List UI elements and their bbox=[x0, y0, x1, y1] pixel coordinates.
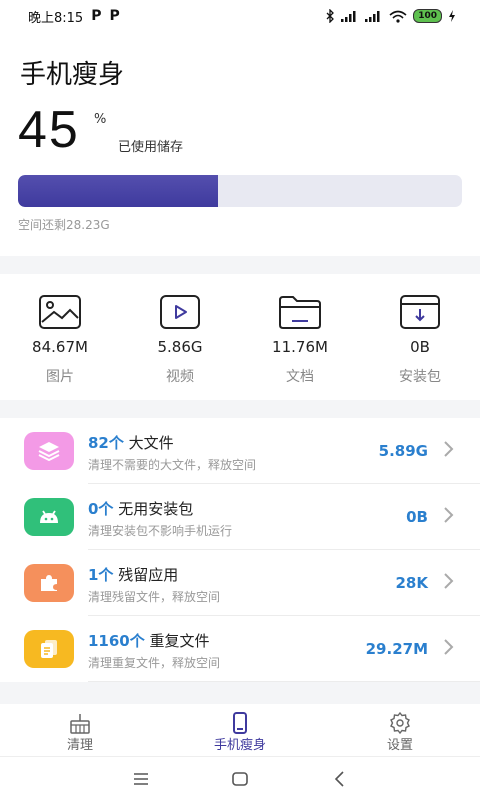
item-size: 29.27M bbox=[365, 640, 428, 658]
list-item-duplicate-files[interactable]: 1160个 重复文件 清理重复文件，释放空间 29.27M bbox=[0, 616, 480, 682]
notification-icon: P bbox=[91, 8, 102, 24]
package-icon bbox=[400, 295, 440, 329]
folder-icon bbox=[279, 296, 321, 329]
status-time: 晚上8:15 bbox=[28, 10, 84, 26]
item-title: 82个 大文件 bbox=[88, 432, 174, 453]
storage-card: 手机瘦身 45 % 已使用储存 空间还剩28.23G bbox=[0, 32, 480, 256]
layers-icon bbox=[24, 432, 74, 470]
android-icon bbox=[24, 498, 74, 536]
tab-label: 手机瘦身 bbox=[213, 738, 266, 753]
category-name: 安装包 bbox=[399, 369, 441, 385]
item-label: 大文件 bbox=[128, 434, 174, 452]
tab-settings[interactable]: 设置 bbox=[320, 704, 480, 756]
video-icon bbox=[160, 295, 200, 329]
item-size: 5.89G bbox=[378, 442, 428, 460]
category-name: 文档 bbox=[286, 369, 314, 385]
item-title: 1个 残留应用 bbox=[88, 564, 178, 585]
bottom-tab-bar: 清理 手机瘦身 设置 bbox=[0, 704, 480, 756]
charging-icon bbox=[449, 10, 455, 22]
puzzle-icon bbox=[24, 564, 74, 602]
category-name: 图片 bbox=[46, 369, 74, 385]
storage-progress-fill bbox=[18, 175, 218, 207]
tab-label: 清理 bbox=[66, 738, 93, 753]
chevron-right-icon bbox=[444, 639, 454, 655]
back-icon[interactable] bbox=[330, 769, 350, 789]
category-name: 视频 bbox=[166, 369, 194, 385]
tab-clean[interactable]: 清理 bbox=[0, 704, 160, 756]
item-description: 清理不需要的大文件，释放空间 bbox=[88, 458, 257, 472]
chevron-right-icon bbox=[444, 507, 454, 523]
tab-phone-slim[interactable]: 手机瘦身 bbox=[160, 704, 320, 756]
item-size: 28K bbox=[395, 574, 429, 592]
item-title: 1160个 重复文件 bbox=[88, 630, 210, 651]
phone-icon bbox=[233, 712, 247, 734]
menu-icon[interactable] bbox=[131, 769, 151, 789]
item-label: 残留应用 bbox=[118, 566, 179, 584]
storage-progress-bar bbox=[18, 175, 462, 207]
list-item-large-files[interactable]: 82个 大文件 清理不需要的大文件，释放空间 5.89G bbox=[0, 418, 480, 484]
home-icon[interactable] bbox=[230, 769, 250, 789]
page-title: 手机瘦身 bbox=[20, 60, 125, 90]
category-grid: 84.67M 图片 5.86G 视频 11.76M 文档 0B 安装包 bbox=[0, 274, 480, 400]
divider bbox=[88, 681, 480, 682]
wifi-icon bbox=[389, 10, 407, 23]
item-label: 无用安装包 bbox=[118, 500, 194, 518]
broom-icon bbox=[70, 714, 90, 734]
used-storage-label: 已使用储存 bbox=[118, 140, 184, 155]
storage-percent: 45 bbox=[18, 101, 80, 159]
list-item-residual-apps[interactable]: 1个 残留应用 清理残留文件，释放空间 28K bbox=[0, 550, 480, 616]
list-item-unused-packages[interactable]: 0个 无用安装包 清理安装包不影响手机运行 0B bbox=[0, 484, 480, 550]
image-icon bbox=[39, 295, 81, 329]
gear-icon bbox=[390, 712, 410, 734]
category-size: 0B bbox=[410, 338, 430, 356]
signal-icon bbox=[365, 11, 380, 22]
item-label: 重复文件 bbox=[149, 632, 210, 650]
item-description: 清理重复文件，释放空间 bbox=[88, 656, 221, 670]
item-description: 清理残留文件，释放空间 bbox=[88, 590, 221, 604]
cleanup-list: 82个 大文件 清理不需要的大文件，释放空间 5.89G 0个 无用安装包 清理… bbox=[0, 418, 480, 682]
item-count: 82个 bbox=[88, 434, 124, 452]
bluetooth-icon bbox=[326, 9, 335, 23]
notification-icon: P bbox=[109, 8, 120, 24]
chevron-right-icon bbox=[444, 441, 454, 457]
item-count: 0个 bbox=[88, 500, 114, 518]
category-size: 84.67M bbox=[32, 338, 88, 356]
status-bar: 晚上8:15 P P 100 bbox=[0, 0, 480, 32]
item-count: 1个 bbox=[88, 566, 114, 584]
category-size: 11.76M bbox=[272, 338, 328, 356]
category-size: 5.86G bbox=[157, 338, 203, 356]
copy-file-icon bbox=[24, 630, 74, 668]
signal-icon bbox=[341, 11, 356, 22]
battery-icon: 100 bbox=[413, 9, 442, 23]
item-count: 1160个 bbox=[88, 632, 145, 650]
tab-label: 设置 bbox=[386, 738, 413, 753]
item-size: 0B bbox=[406, 508, 428, 526]
percent-sign: % bbox=[94, 112, 107, 127]
remaining-space: 空间还剩28.23G bbox=[18, 218, 110, 232]
item-title: 0个 无用安装包 bbox=[88, 498, 193, 519]
chevron-right-icon bbox=[444, 573, 454, 589]
item-description: 清理安装包不影响手机运行 bbox=[88, 524, 233, 538]
system-nav-bar bbox=[0, 756, 480, 801]
